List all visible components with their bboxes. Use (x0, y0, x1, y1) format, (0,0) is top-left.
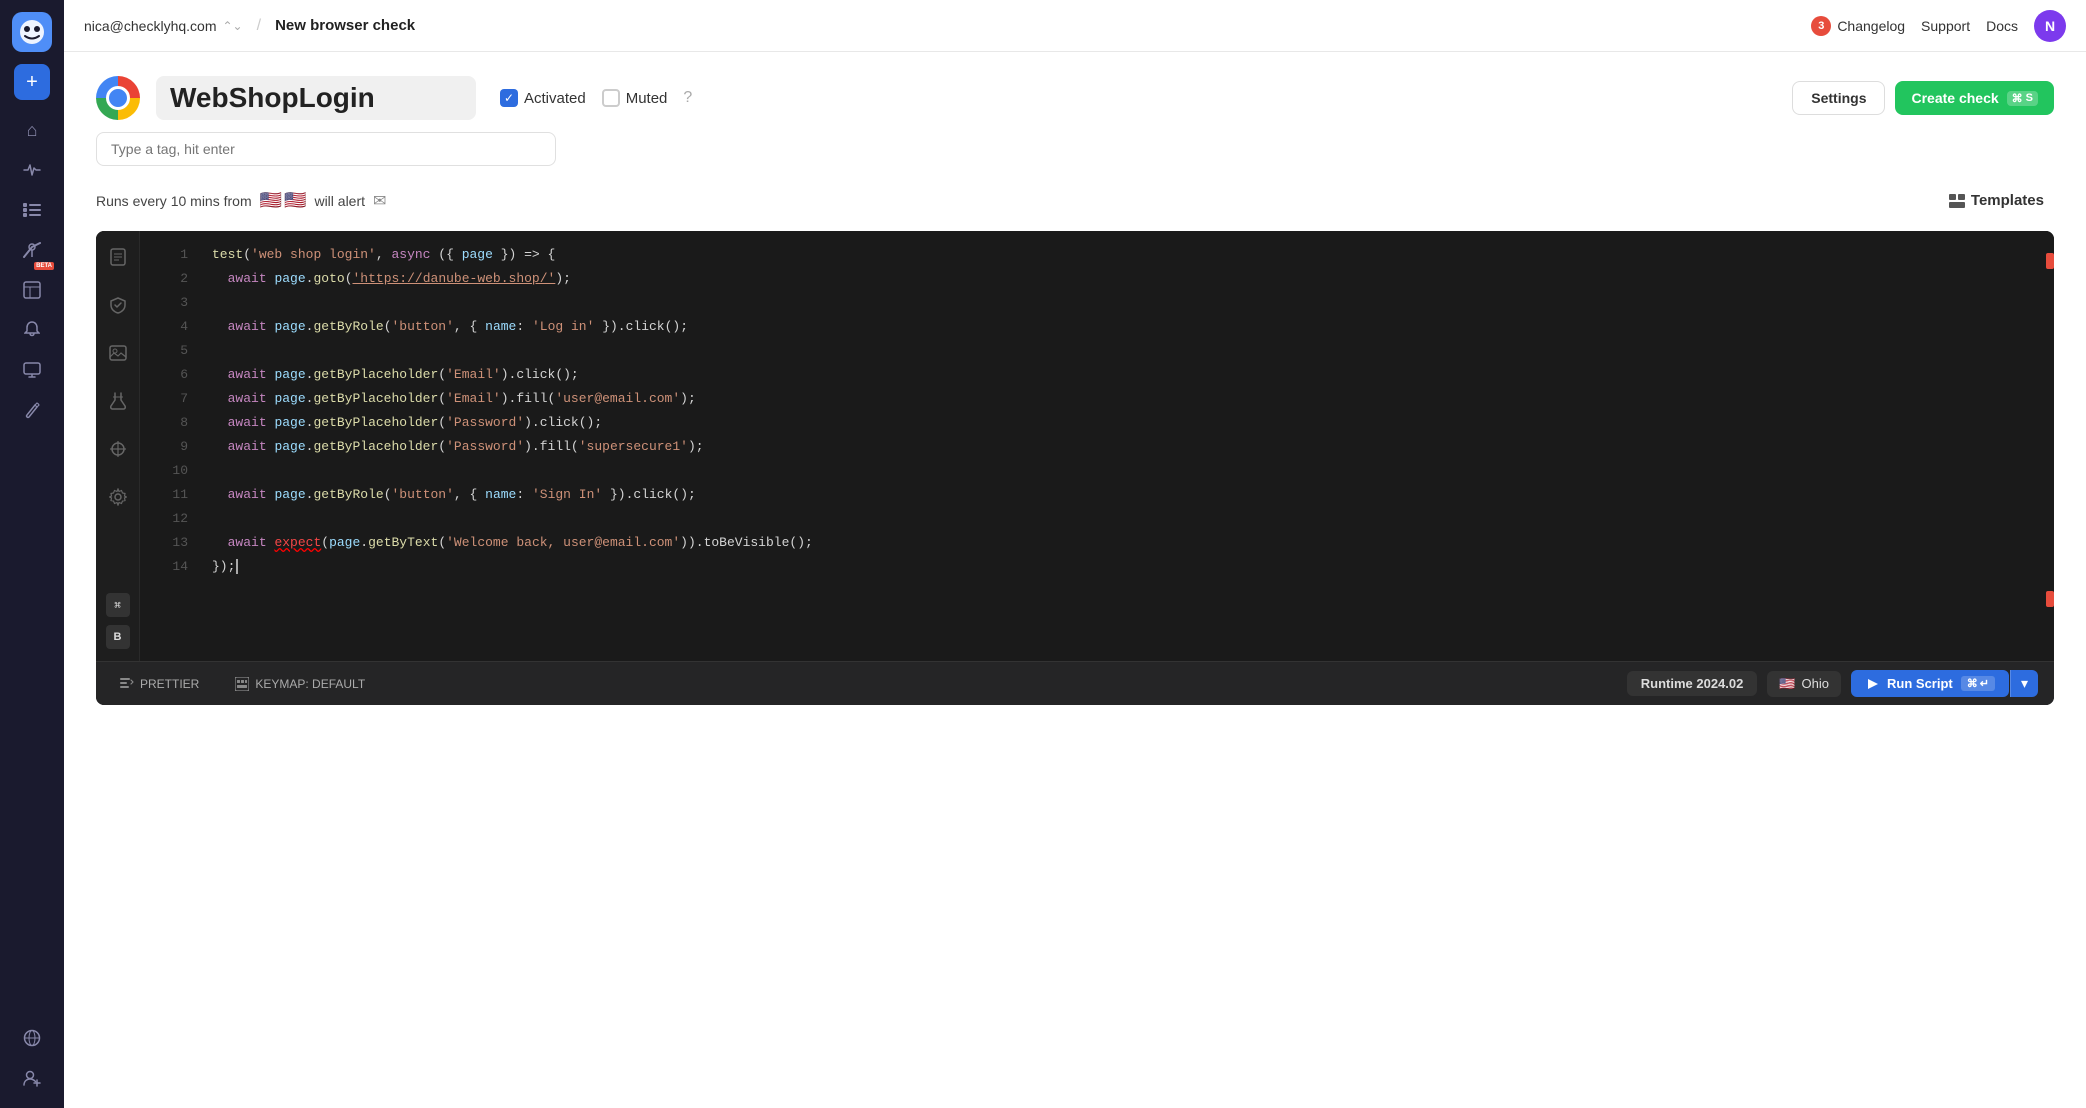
editor-inner: ⌘ B 1 test('web shop login', async ({ pa… (96, 231, 2054, 661)
runs-text: Runs every 10 mins from (96, 193, 252, 209)
sidebar-item-bell[interactable] (14, 312, 50, 348)
code-line-4: 4 await page.getByRole('button', { name:… (140, 315, 2046, 339)
sidebar-item-user-plus[interactable] (14, 1060, 50, 1096)
templates-button[interactable]: Templates (1939, 186, 2054, 215)
editor-sidebar-bottom: ⌘ B (106, 593, 130, 649)
keymap-icon (235, 677, 249, 691)
account-selector[interactable]: nica@checklyhq.com ⌃⌄ (84, 18, 243, 34)
sidebar-item-wrench[interactable] (14, 392, 50, 428)
activated-checkbox[interactable]: ✓ (500, 89, 518, 107)
code-line-13: 13 await expect(page.getByText('Welcome … (140, 531, 2046, 555)
code-line-5: 5 (140, 339, 2046, 363)
code-line-14: 14 }); (140, 555, 2046, 579)
account-email: nica@checklyhq.com (84, 18, 217, 34)
editor-sidebar: ⌘ B (96, 231, 140, 661)
support-link[interactable]: Support (1921, 18, 1970, 34)
topbar-right: 3 Changelog Support Docs N (1811, 10, 2066, 42)
footer-right: Runtime 2024.02 🇺🇸 Ohio Run Script ⌘ (1627, 670, 2038, 697)
code-line-2: 2 await page.goto('https://danube-web.sh… (140, 267, 2046, 291)
code-line-1: 1 test('web shop login', async ({ page }… (140, 243, 2046, 267)
run-icon (1865, 677, 1879, 691)
header-actions: Settings Create check ⌘ S (1792, 81, 2054, 115)
sidebar-item-table[interactable] (14, 272, 50, 308)
settings-button[interactable]: Settings (1792, 81, 1885, 115)
editor-image-icon[interactable] (104, 339, 132, 367)
check-name-input[interactable] (156, 76, 476, 120)
muted-checkbox[interactable] (602, 89, 620, 107)
user-avatar[interactable]: N (2034, 10, 2066, 42)
code-line-10: 10 (140, 459, 2046, 483)
run-dropdown-button[interactable]: ▾ (2010, 670, 2038, 697)
run-script-button[interactable]: Run Script ⌘ ↵ (1851, 670, 2009, 697)
page-title: New browser check (275, 17, 415, 34)
muted-label: Muted (626, 90, 668, 107)
code-line-11: 11 await page.getByRole('button', { name… (140, 483, 2046, 507)
create-check-kbd: ⌘ S (2007, 91, 2038, 106)
muted-option[interactable]: Muted (602, 89, 668, 107)
sidebar: + ⌂ (0, 0, 64, 1108)
editor-gear-icon[interactable] (104, 483, 132, 511)
code-line-6: 6 await page.getByPlaceholder('Email').c… (140, 363, 2046, 387)
account-chevrons: ⌃⌄ (223, 19, 243, 33)
editor-scope-icon[interactable] (104, 435, 132, 463)
editor-files-icon[interactable] (104, 243, 132, 271)
changelog-link[interactable]: Changelog (1837, 18, 1905, 34)
docs-link[interactable]: Docs (1986, 18, 2018, 34)
schedule-row: Runs every 10 mins from 🇺🇸 🇺🇸 will alert… (96, 186, 2054, 215)
sidebar-item-monitor[interactable] (14, 352, 50, 388)
check-options: ✓ Activated Muted ? (500, 89, 692, 107)
code-line-8: 8 await page.getByPlaceholder('Password'… (140, 411, 2046, 435)
location-label: Ohio (1802, 676, 1829, 691)
editor-b-icon[interactable]: B (106, 625, 130, 649)
topbar: nica@checklyhq.com ⌃⌄ / New browser chec… (64, 0, 2086, 52)
app-logo[interactable] (12, 12, 52, 52)
sidebar-item-telescope[interactable] (14, 232, 50, 268)
error-mark-1 (2046, 253, 2054, 269)
main-panel: nica@checklyhq.com ⌃⌄ / New browser chec… (64, 0, 2086, 1108)
breadcrumb-separator: / (257, 17, 261, 35)
tag-input[interactable] (96, 132, 556, 166)
location-badge: 🇺🇸 Ohio (1767, 671, 1841, 697)
changelog-area: 3 Changelog (1811, 16, 1905, 36)
run-kbd: ⌘ ↵ (1961, 676, 1995, 691)
flag-usa-2: 🇺🇸 (284, 190, 306, 211)
editor-cmd-icon[interactable]: ⌘ (106, 593, 130, 617)
editor-flask-icon[interactable] (104, 387, 132, 415)
location-flags: 🇺🇸 🇺🇸 (260, 190, 307, 211)
location-flag: 🇺🇸 (1779, 676, 1795, 692)
editor-mask-icon[interactable] (104, 291, 132, 319)
footer-left: PRETTIER KEYMAP: DEFAULT (112, 673, 373, 695)
editor-footer: PRETTIER KEYMAP: DEFAULT R (96, 661, 2054, 705)
error-bar (2046, 231, 2054, 661)
content-area: ✓ Activated Muted ? Settings Create chec… (64, 52, 2086, 1108)
flag-usa-1: 🇺🇸 (260, 190, 282, 211)
run-script-group: Run Script ⌘ ↵ ▾ (1851, 670, 2038, 697)
code-line-3: 3 (140, 291, 2046, 315)
sidebar-item-pulse[interactable] (14, 152, 50, 188)
help-icon[interactable]: ? (683, 89, 692, 107)
browser-icon (96, 76, 140, 120)
runtime-badge: Runtime 2024.02 (1627, 671, 1758, 696)
code-editor: ⌘ B 1 test('web shop login', async ({ pa… (96, 231, 2054, 705)
changelog-badge: 3 (1811, 16, 1831, 36)
will-alert-text: will alert (314, 193, 365, 209)
code-line-7: 7 await page.getByPlaceholder('Email').f… (140, 387, 2046, 411)
check-header: ✓ Activated Muted ? Settings Create chec… (96, 76, 2054, 120)
activated-label: Activated (524, 90, 586, 107)
activated-option[interactable]: ✓ Activated (500, 89, 586, 107)
sidebar-item-list[interactable] (14, 192, 50, 228)
code-line-12: 12 (140, 507, 2046, 531)
prettier-icon (120, 677, 134, 691)
error-mark-2 (2046, 591, 2054, 607)
keymap-button[interactable]: KEYMAP: DEFAULT (227, 673, 373, 695)
code-area[interactable]: 1 test('web shop login', async ({ page }… (140, 231, 2046, 661)
code-line-9: 9 await page.getByPlaceholder('Password'… (140, 435, 2046, 459)
add-check-button[interactable]: + (14, 64, 50, 100)
mail-icon: ✉ (373, 191, 386, 211)
templates-icon (1949, 194, 1965, 208)
create-check-button[interactable]: Create check ⌘ S (1895, 81, 2054, 115)
sidebar-item-home[interactable]: ⌂ (14, 112, 50, 148)
prettier-button[interactable]: PRETTIER (112, 673, 207, 695)
sidebar-item-globe[interactable] (14, 1020, 50, 1056)
